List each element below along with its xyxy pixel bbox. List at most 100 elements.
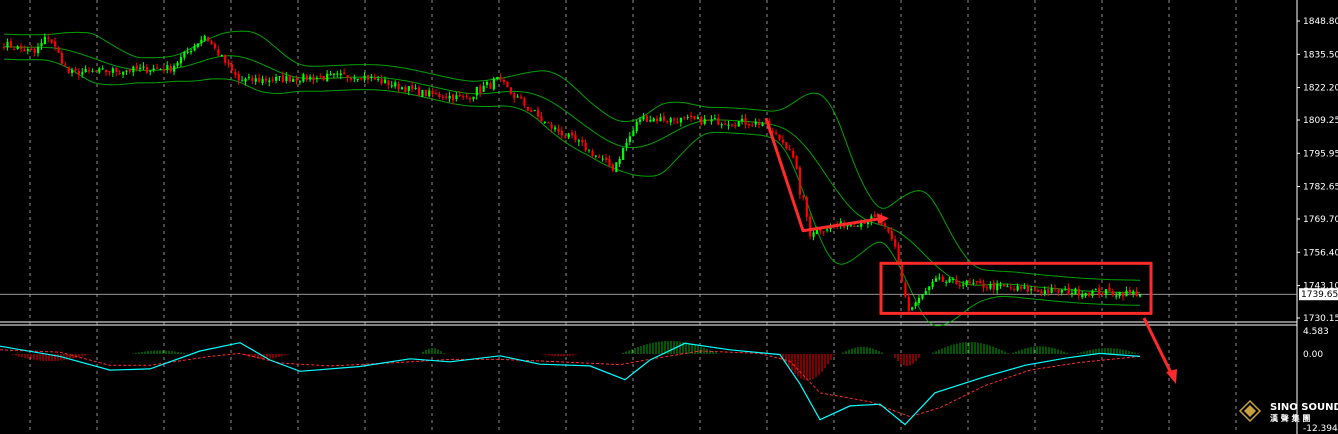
candle-body <box>826 229 829 231</box>
candle-body <box>224 55 227 63</box>
logo-subtitle: 漢 聲 集 團 <box>1270 413 1310 423</box>
candle-body <box>482 85 485 92</box>
candle-body <box>618 159 621 164</box>
candle-body <box>666 121 669 123</box>
candle-body <box>105 69 108 73</box>
candle-body <box>278 76 281 78</box>
candle-body <box>1013 288 1016 290</box>
candle-body <box>645 115 649 122</box>
candle-body <box>894 239 897 247</box>
candle-body <box>1050 288 1053 293</box>
candle-body <box>890 230 893 240</box>
candle-body <box>737 121 740 127</box>
oscillator-tick-label: -12.394 <box>1303 424 1338 434</box>
candle-body <box>676 121 679 123</box>
candle-body <box>972 282 975 284</box>
candle-body <box>577 140 581 142</box>
candle-body <box>1043 290 1046 295</box>
candle-body <box>339 73 342 76</box>
oscillator-tick-label: 0.00 <box>1303 350 1323 360</box>
chart-background <box>0 0 1338 434</box>
candle-body <box>326 73 329 82</box>
candle-body <box>207 37 210 42</box>
candle-body <box>951 278 955 280</box>
candle-body <box>101 68 104 70</box>
candle-body <box>1036 290 1040 292</box>
candle-body <box>591 151 594 156</box>
candle-body <box>356 78 359 80</box>
candle-body <box>166 65 169 70</box>
candle-body <box>227 62 230 65</box>
candle-body <box>417 87 421 96</box>
candle-body <box>992 282 995 290</box>
oscillator-tick-label: 4.583 <box>1303 327 1329 337</box>
candle-body <box>928 286 931 291</box>
candle-body <box>679 117 683 123</box>
candle-body <box>1064 288 1067 290</box>
candle-body <box>111 68 115 73</box>
candle-body <box>999 284 1002 286</box>
candle-body <box>81 72 84 75</box>
candle-body <box>394 82 397 87</box>
candle-body <box>373 77 376 80</box>
candle-body <box>411 85 414 90</box>
candle-body <box>792 150 795 158</box>
candle-body <box>237 73 240 81</box>
candle-body <box>795 155 798 169</box>
candle-body <box>540 116 543 122</box>
candle-body <box>125 70 128 72</box>
candle-body <box>805 197 808 217</box>
candle-body <box>54 41 57 47</box>
price-tick-label: 1769.70 <box>1303 215 1338 225</box>
candle-body <box>400 87 404 90</box>
candle-body <box>13 48 16 50</box>
candle-body <box>179 57 183 64</box>
candle-body <box>917 297 921 304</box>
candle-body <box>67 66 70 74</box>
candle-body <box>37 46 40 53</box>
candle-body <box>744 117 747 125</box>
candle-body <box>1002 284 1006 287</box>
candle-body <box>319 76 322 78</box>
candle-body <box>547 122 550 124</box>
candle-body <box>108 71 111 73</box>
candle-body <box>424 90 427 96</box>
candle-body <box>475 86 478 96</box>
current-price-label: 1739.65 <box>1301 290 1338 300</box>
candle-body <box>71 69 74 73</box>
candle-body <box>47 37 50 39</box>
candle-body <box>608 159 611 166</box>
candle-body <box>485 81 489 85</box>
candle-body <box>465 95 468 97</box>
candle-body <box>788 149 791 151</box>
candle-body <box>601 158 604 160</box>
price-tick-label: 1809.25 <box>1303 116 1338 126</box>
candle-body <box>560 131 563 136</box>
candle-body <box>1118 291 1121 296</box>
candle-body <box>1023 286 1026 289</box>
candle-body <box>683 117 686 119</box>
candle-body <box>292 79 295 82</box>
candle-body <box>360 78 363 80</box>
candle-body <box>516 96 519 98</box>
candle-body <box>1053 288 1057 290</box>
candle-body <box>264 78 268 81</box>
candle-body <box>88 70 91 72</box>
candle-body <box>1057 289 1060 293</box>
candle-body <box>244 78 247 82</box>
candle-body <box>911 307 914 310</box>
candle-body <box>751 124 754 126</box>
candle-body <box>1026 285 1029 292</box>
candle-body <box>366 75 370 80</box>
candle-body <box>455 95 458 99</box>
candle-body <box>696 117 700 119</box>
candle-body <box>798 167 802 195</box>
candle-body <box>26 49 30 51</box>
candle-body <box>387 80 390 86</box>
candle-body <box>268 80 271 82</box>
candle-body <box>673 119 676 121</box>
candle-body <box>1125 290 1128 297</box>
candle-body <box>128 69 132 72</box>
candle-body <box>1016 286 1019 291</box>
candle-body <box>1132 291 1135 294</box>
